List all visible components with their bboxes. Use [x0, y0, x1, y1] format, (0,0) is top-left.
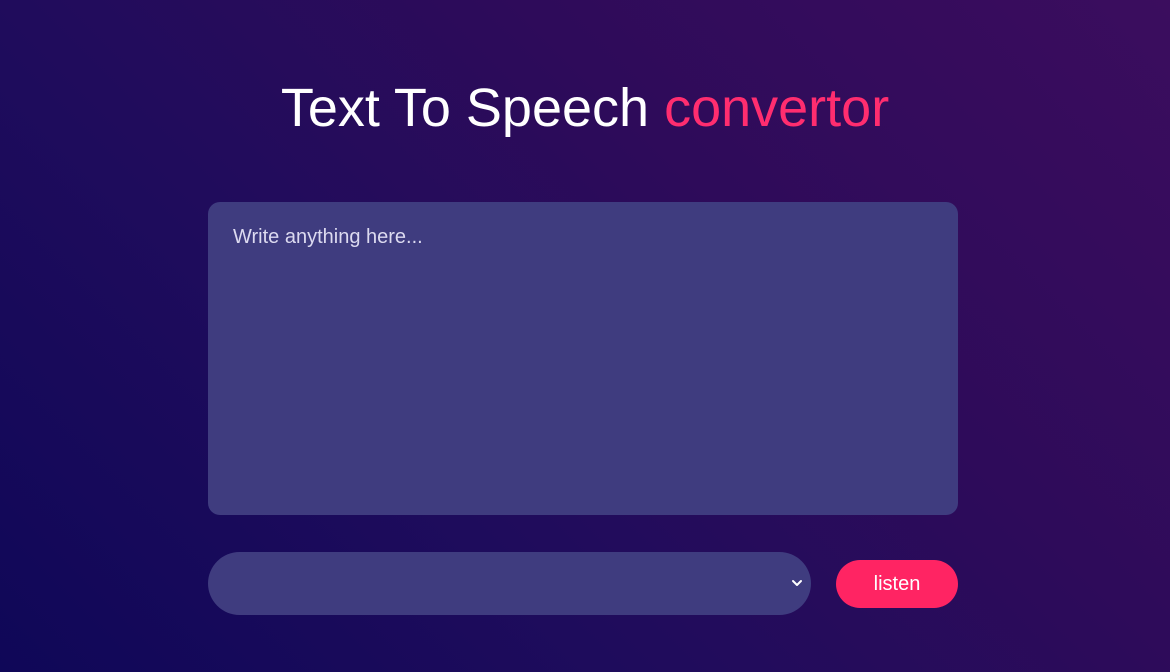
title-main-text: Text To Speech: [280, 78, 650, 138]
controls-row: listen: [208, 552, 958, 615]
text-input[interactable]: [208, 202, 958, 515]
voice-select[interactable]: [208, 552, 811, 615]
voice-select-wrapper: [208, 552, 811, 615]
listen-button[interactable]: listen: [836, 560, 958, 608]
title-accent-text: convertor: [664, 78, 890, 138]
page-title: Text To Speech convertor: [0, 78, 1170, 138]
page: Text To Speech convertor listen: [0, 0, 1170, 672]
text-input-panel: [208, 202, 958, 515]
